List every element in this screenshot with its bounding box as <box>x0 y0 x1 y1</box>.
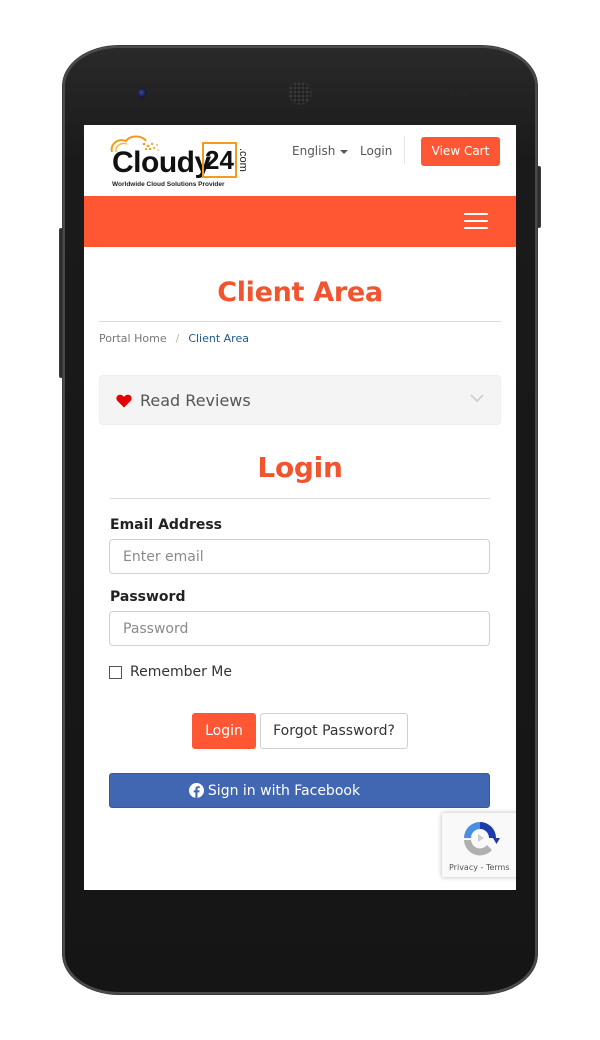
recaptcha-badge[interactable]: Privacy - Terms <box>442 813 516 877</box>
speaker-grille <box>289 82 311 104</box>
password-label: Password <box>110 589 186 605</box>
nav-bar <box>84 196 516 247</box>
site-header: Cloudy 24 .com Worldwide Cloud Solutions… <box>84 125 516 196</box>
login-button[interactable]: Login <box>192 713 256 749</box>
view-cart-button[interactable]: View Cart <box>421 137 500 166</box>
login-divider <box>110 498 490 499</box>
caret-down-icon <box>340 149 349 154</box>
page-title: Client Area <box>217 277 383 308</box>
breadcrumb-separator: / <box>175 332 180 345</box>
read-reviews-accordion[interactable]: Read Reviews <box>99 375 501 425</box>
email-input[interactable] <box>109 539 490 574</box>
recaptcha-logo-icon <box>464 822 500 856</box>
logo-tagline: Worldwide Cloud Solutions Provider <box>112 181 225 188</box>
title-divider <box>99 321 501 322</box>
cloudy24-logo[interactable]: Cloudy 24 .com Worldwide Cloud Solutions… <box>102 134 252 190</box>
language-label: English <box>292 144 336 158</box>
breadcrumb-portal-home[interactable]: Portal Home <box>99 332 167 345</box>
facebook-signin-label: Sign in with Facebook <box>207 782 361 799</box>
password-input[interactable] <box>109 611 490 646</box>
forgot-password-button[interactable]: Forgot Password? <box>260 713 408 749</box>
remember-me-row: Remember Me <box>109 664 516 680</box>
facebook-signin-button[interactable]: Sign in with Facebook <box>109 773 490 808</box>
header-divider <box>404 136 405 164</box>
phone-screen: Cloudy 24 .com Worldwide Cloud Solutions… <box>84 125 516 890</box>
remember-me-label[interactable]: Remember Me <box>130 664 232 680</box>
logo-number-box: 24 <box>202 142 237 178</box>
proximity-sensor <box>451 92 455 96</box>
heart-icon <box>116 394 132 408</box>
facebook-icon <box>188 783 204 798</box>
header-login-link[interactable]: Login <box>360 144 392 158</box>
language-dropdown[interactable]: English <box>292 144 349 158</box>
front-camera-icon <box>137 88 147 98</box>
breadcrumb: Portal Home / Client Area <box>99 332 516 345</box>
email-label: Email Address <box>110 517 223 533</box>
chevron-down-icon <box>470 394 484 403</box>
login-actions: Login Forgot Password? <box>84 713 516 749</box>
login-heading: Login <box>257 451 343 484</box>
hamburger-menu-icon[interactable] <box>464 213 488 229</box>
read-reviews-label: Read Reviews <box>140 391 251 410</box>
remember-me-checkbox[interactable] <box>109 665 122 679</box>
breadcrumb-client-area: Client Area <box>188 332 249 345</box>
logo-tld: .com <box>237 148 249 172</box>
logo-brand-text: Cloudy <box>112 146 211 179</box>
recaptcha-privacy-terms[interactable]: Privacy - Terms <box>449 863 510 872</box>
